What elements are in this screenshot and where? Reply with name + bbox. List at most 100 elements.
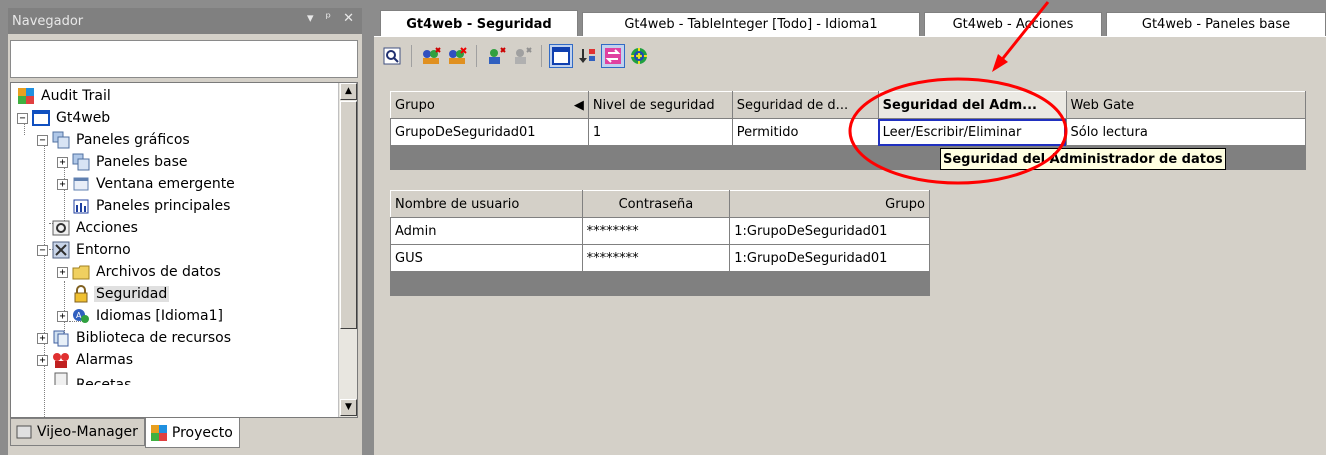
tab-label: Proyecto (171, 424, 233, 441)
tab-gt4web-tableinteger[interactable]: Gt4web - TableInteger [Todo] - Idioma1 (582, 12, 920, 36)
tab-proyecto[interactable]: Proyecto (144, 418, 240, 448)
alarm-icon (53, 353, 69, 368)
expand-icon[interactable]: + (37, 354, 48, 366)
cell-nombre-usuario[interactable]: Admin (390, 217, 583, 245)
tree-item-paneles-graficos[interactable]: − Paneles gráficos (37, 129, 192, 151)
table-row[interactable]: GUS ******** 1:GrupoDeSeguridad01 (390, 244, 930, 272)
column-header-grupo[interactable]: Grupo (729, 190, 930, 218)
column-header-nivel[interactable]: Nivel de seguridad (587, 91, 733, 119)
magnifier-icon (383, 47, 401, 65)
delete-group-icon (449, 47, 467, 64)
delete-user-button[interactable] (510, 44, 534, 68)
tree-item-paneles-principales[interactable]: Paneles principales (72, 195, 232, 217)
tree-item-gt4web[interactable]: − Gt4web (17, 107, 112, 129)
audit-trail-icon (18, 88, 34, 104)
column-header-grupo[interactable]: Grupo ◀ (390, 91, 589, 119)
tools-icon (52, 241, 70, 259)
tree-item-audit-trail[interactable]: Audit Trail (17, 85, 113, 107)
expand-icon[interactable]: + (57, 310, 68, 322)
add-user-button[interactable] (484, 44, 508, 68)
security-editor: Grupo ◀ Nivel de seguridad Seguridad de d… (374, 36, 1326, 455)
toolbar-separator (476, 45, 477, 67)
cell-contrasena[interactable]: ******** (581, 217, 731, 245)
tab-gt4web-paneles-base[interactable]: Gt4web - Paneles base (1106, 12, 1326, 36)
cell-seguridad-datos[interactable]: Permitido (731, 118, 879, 146)
pin-icon[interactable]: ᵖ (326, 11, 332, 26)
collapse-icon[interactable]: − (37, 134, 48, 146)
tree-item-biblioteca[interactable]: + Biblioteca de recursos (37, 327, 233, 349)
table-row[interactable]: Admin ******** 1:GrupoDeSeguridad01 (390, 217, 930, 245)
column-header-nombre-usuario[interactable]: Nombre de usuario (390, 190, 583, 218)
sync-icon (605, 48, 621, 64)
cell-nivel[interactable]: 1 (587, 118, 733, 146)
tree-item-paneles-base[interactable]: + Paneles base (57, 151, 190, 173)
tree-item-label: Paneles base (96, 154, 188, 170)
expand-icon[interactable]: + (57, 266, 68, 278)
scroll-thumb[interactable] (340, 101, 357, 329)
column-header-seguridad-datos[interactable]: Seguridad de d... (731, 91, 879, 119)
globe-icon (631, 48, 647, 64)
table-row[interactable]: GrupoDeSeguridad01 1 Permitido Leer/Escr… (390, 118, 1307, 146)
column-header-contrasena[interactable]: Contraseña (581, 190, 731, 218)
expand-icon[interactable]: + (57, 178, 68, 190)
sort-icon (579, 49, 595, 63)
cell-grupo[interactable]: 1:GrupoDeSeguridad01 (729, 217, 930, 245)
tab-vijeo-manager[interactable]: Vijeo-Manager (10, 418, 145, 446)
collapse-icon[interactable]: − (17, 112, 28, 124)
close-icon[interactable]: ✕ (343, 11, 354, 26)
collapse-arrow-icon[interactable]: ◀ (574, 98, 584, 113)
column-header-web-gate[interactable]: Web Gate (1065, 91, 1307, 119)
add-user-icon (489, 47, 506, 64)
tree-item-entorno[interactable]: − Entorno (37, 239, 133, 261)
navigator-title-bar: Navegador ▾ ᵖ ✕ (8, 8, 362, 34)
cell-seguridad-administrador[interactable]: Leer/Escribir/Eliminar (877, 118, 1067, 146)
web-gate-button[interactable] (627, 44, 651, 68)
project-icon (150, 424, 167, 441)
expand-icon[interactable]: + (57, 156, 68, 168)
toolbar (380, 42, 651, 70)
cell-contrasena[interactable]: ******** (581, 244, 731, 272)
tab-gt4web-acciones[interactable]: Gt4web - Acciones (924, 12, 1102, 36)
tree-item-label: Seguridad (94, 286, 170, 302)
sync-button[interactable] (601, 44, 625, 68)
expand-icon[interactable]: + (37, 332, 48, 344)
tree-item-seguridad[interactable]: Seguridad (72, 283, 170, 305)
tree-item-label: Paneles gráficos (76, 132, 190, 148)
languages-icon: A (73, 309, 89, 323)
tree-item-alarmas[interactable]: + Alarmas (37, 349, 135, 371)
tree-item-recetas[interactable]: Recetas (52, 371, 133, 385)
cell-grupo[interactable]: 1:GrupoDeSeguridad01 (729, 244, 930, 272)
panels-icon (52, 131, 70, 149)
tree-item-archivos-de-datos[interactable]: + Archivos de datos (57, 261, 223, 283)
sort-button[interactable] (575, 44, 599, 68)
window-view-button[interactable] (549, 44, 573, 68)
table-header-row: Grupo ◀ Nivel de seguridad Seguridad de d… (390, 91, 1307, 119)
tab-gt4web-seguridad[interactable]: Gt4web - Seguridad (380, 10, 578, 37)
actions-icon (52, 220, 70, 236)
cell-nombre-usuario[interactable]: GUS (390, 244, 583, 272)
tree-item-label: Biblioteca de recursos (76, 330, 232, 346)
collapse-icon[interactable]: − (37, 244, 48, 256)
tree-item-label: Paneles principales (96, 198, 231, 214)
scroll-up-icon[interactable]: ▲ (340, 83, 357, 100)
main-panels-icon (73, 199, 89, 214)
add-group-button[interactable] (419, 44, 443, 68)
security-lock-icon (74, 285, 88, 303)
cell-grupo[interactable]: GrupoDeSeguridad01 (390, 118, 589, 146)
tree-item-acciones[interactable]: Acciones (52, 217, 140, 239)
cell-web-gate[interactable]: Sólo lectura (1065, 118, 1307, 146)
dropdown-icon[interactable]: ▾ (307, 11, 314, 26)
navigator-search-area[interactable] (10, 40, 358, 78)
delete-group-button[interactable] (445, 44, 469, 68)
folder-icon (72, 265, 90, 280)
tab-label: Gt4web - Seguridad (406, 16, 552, 32)
column-header-seguridad-administrador[interactable]: Seguridad del Adm... (877, 91, 1067, 119)
tree-scrollbar[interactable]: ▲ ▼ (338, 83, 357, 417)
find-button[interactable] (380, 44, 404, 68)
tree-item-label: Alarmas (76, 352, 134, 368)
tree-item-idiomas[interactable]: + A Idiomas [Idioma1] (57, 305, 225, 327)
scroll-down-icon[interactable]: ▼ (340, 399, 357, 416)
column-tooltip: Seguridad del Administrador de datos (940, 148, 1226, 170)
toolbar-separator (411, 45, 412, 67)
tree-item-ventana-emergente[interactable]: + Ventana emergente (57, 173, 237, 195)
